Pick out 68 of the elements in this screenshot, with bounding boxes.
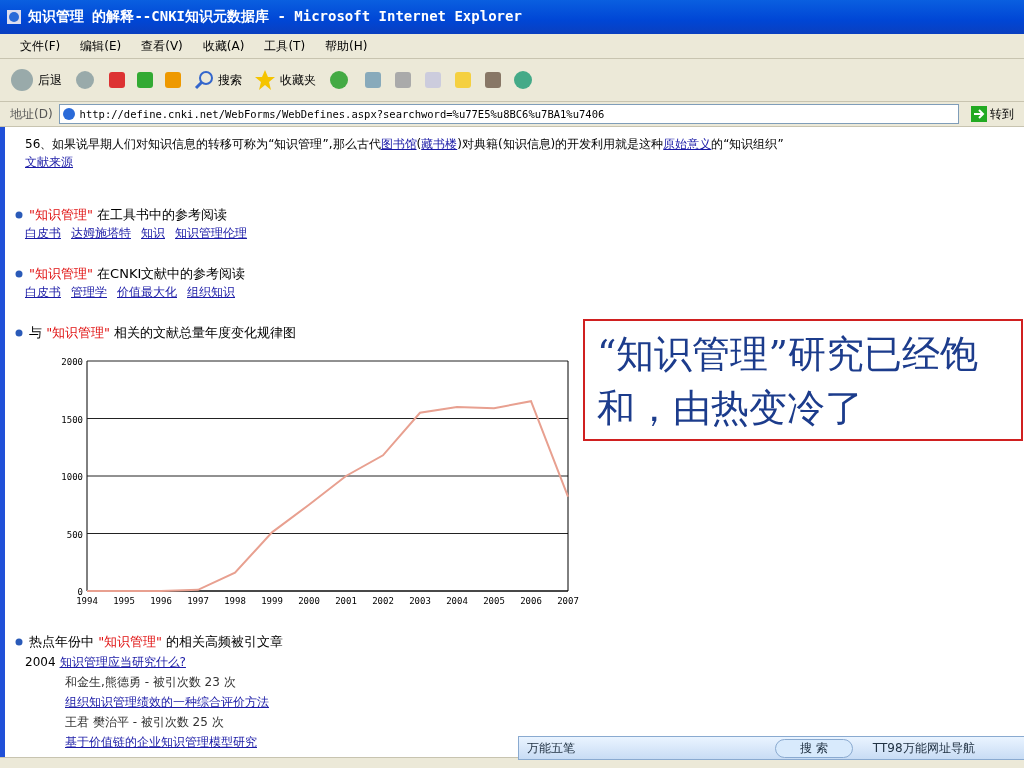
reference-link[interactable]: 价值最大化 bbox=[117, 284, 177, 301]
article-link[interactable]: 知识管理应当研究什么? bbox=[59, 652, 186, 672]
x-tick-label: 2004 bbox=[446, 596, 468, 606]
reference-link[interactable]: 知识 bbox=[141, 225, 165, 242]
article-link[interactable]: 组织知识管理绩效的一种综合评价方法 bbox=[65, 692, 269, 712]
reference-link[interactable]: 组织知识 bbox=[187, 284, 235, 301]
window-title: 知识管理 的解释--CNKI知识元数据库 - Microsoft Internet Explorer bbox=[28, 8, 522, 26]
y-tick-label: 1500 bbox=[61, 414, 83, 425]
y-tick-label: 2000 bbox=[61, 357, 83, 367]
x-tick-label: 1998 bbox=[224, 596, 246, 606]
article-meta: 王君 樊治平 - 被引次数 25 次 bbox=[64, 714, 225, 731]
bullet-icon bbox=[15, 211, 23, 219]
x-tick-label: 1999 bbox=[261, 596, 283, 606]
address-field[interactable]: http://define.cnki.net/WebForms/WebDefines.aspx?searchword=%u77E5%u8BC6%u7BA1%u7406 bbox=[58, 104, 959, 124]
x-tick-label: 2001 bbox=[335, 596, 357, 606]
y-tick-label: 500 bbox=[66, 529, 83, 540]
x-tick-label: 1994 bbox=[76, 596, 98, 606]
arrow-icon bbox=[971, 106, 987, 122]
menu-item[interactable]: 文件(F) bbox=[10, 37, 71, 55]
back-button[interactable]: 后退 bbox=[10, 68, 62, 92]
ime-search-button[interactable]: 搜 索 bbox=[775, 738, 853, 758]
reference-link[interactable]: 白皮书 bbox=[25, 225, 61, 242]
x-tick-label: 2006 bbox=[520, 596, 542, 606]
y-tick-label: 1000 bbox=[61, 472, 83, 482]
library-link[interactable]: 图书馆 bbox=[380, 137, 417, 151]
menu-item[interactable]: 工具(T) bbox=[254, 37, 316, 55]
ime-tab[interactable]: 万能五笔 bbox=[527, 739, 575, 757]
reference-link[interactable]: 白皮书 bbox=[25, 284, 61, 301]
x-tick-label: 2005 bbox=[483, 596, 505, 606]
y-axis: 0 500 1000 1500 2000 bbox=[61, 357, 88, 597]
article-meta: 和金生,熊德勇 - 被引次数 23 次 bbox=[64, 674, 237, 691]
x-tick-label: 2007 bbox=[557, 596, 579, 606]
bullet-icon bbox=[15, 638, 23, 646]
star-icon bbox=[254, 69, 276, 91]
entry-text: 56、如果说早期人们对知识信息的转移可称为“知识管理”,那么古代图书馆(藏书楼)对典籍(知识信息)的开发利用就是这种原始意义的“知识组织” bbox=[25, 136, 785, 153]
section-heading: 热点年份中 "知识管理" 的相关高频被引文章 bbox=[29, 633, 284, 651]
x-tick-label: 1996 bbox=[150, 596, 172, 606]
search-button[interactable]: 搜索 bbox=[194, 70, 242, 90]
section-heading: "知识管理" 在工具书中的参考阅读 bbox=[29, 206, 228, 224]
section-heading: "知识管理" 在CNKI文献中的参考阅读 bbox=[29, 265, 246, 283]
x-tick-label: 2003 bbox=[409, 596, 431, 606]
original-meaning-link[interactable]: 原始意义 bbox=[663, 137, 712, 151]
year-label: 2004 bbox=[25, 654, 56, 671]
reference-link[interactable]: 管理学 bbox=[71, 284, 107, 301]
search-icon bbox=[194, 70, 214, 90]
bullet-icon bbox=[15, 270, 23, 278]
source-link[interactable]: 文献来源 bbox=[25, 155, 73, 169]
go-button[interactable]: 转到 bbox=[971, 105, 1014, 123]
menu-item[interactable]: 帮助(H) bbox=[315, 37, 378, 55]
address-label: 地址(D) bbox=[10, 105, 53, 123]
article-link[interactable]: 基于价值链的企业知识管理模型研究 bbox=[65, 732, 257, 752]
menu-item[interactable]: 编辑(E) bbox=[70, 37, 132, 55]
menu-item[interactable]: 查看(V) bbox=[131, 37, 193, 55]
browser-icon bbox=[6, 9, 22, 25]
nav-link[interactable]: TT98万能网址导航 bbox=[872, 739, 975, 757]
x-tick-label: 2002 bbox=[372, 596, 394, 606]
section-heading: 与 "知识管理" 相关的文献总量年度变化规律图 bbox=[29, 324, 297, 342]
annotation-box: “知识管理”研究已经饱和，由热变冷了 bbox=[583, 319, 1023, 441]
x-tick-label: 1995 bbox=[113, 596, 135, 606]
reference-link[interactable]: 达姆施塔特 bbox=[71, 225, 131, 242]
x-tick-label: 2000 bbox=[298, 596, 320, 606]
book-tower-link[interactable]: 藏书楼 bbox=[421, 137, 458, 151]
menu-item[interactable]: 收藏(A) bbox=[192, 37, 255, 55]
favorites-button[interactable]: 收藏夹 bbox=[254, 69, 316, 91]
y-tick-label: 0 bbox=[77, 587, 83, 597]
x-tick-label: 1997 bbox=[187, 596, 209, 606]
bullet-icon bbox=[15, 329, 23, 337]
reference-link[interactable]: 知识管理伦理 bbox=[175, 225, 247, 242]
